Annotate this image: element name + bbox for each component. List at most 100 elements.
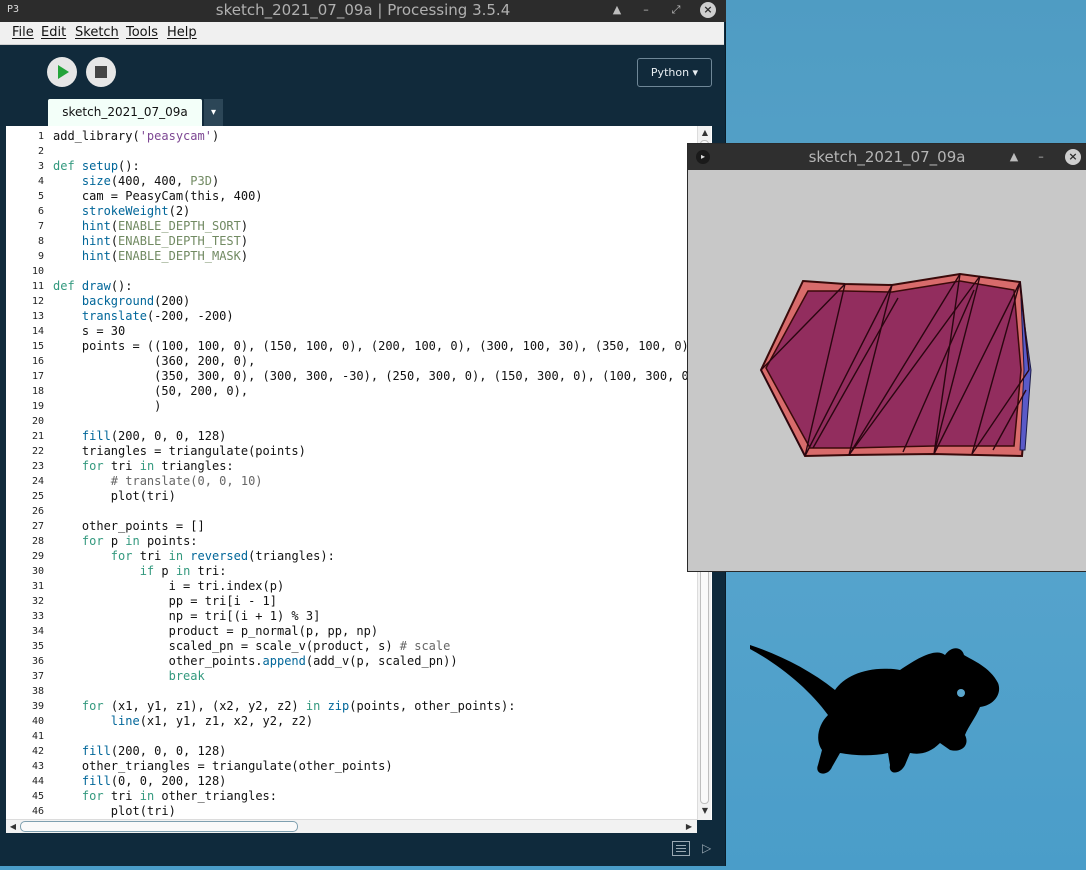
close-icon[interactable]: × (700, 2, 716, 18)
scroll-down-icon[interactable]: ▼ (699, 805, 711, 817)
code-token: in (125, 534, 140, 548)
sketch-canvas[interactable] (688, 170, 1086, 571)
menu-sketch[interactable]: Sketch (75, 25, 119, 40)
shade-icon[interactable]: ▲ (1006, 149, 1022, 165)
code-line[interactable]: product = p_normal(p, pp, np) (53, 624, 379, 639)
code-line[interactable]: background(200) (53, 294, 190, 309)
code-token: for (81, 789, 104, 803)
code-line[interactable]: for tri in triangles: (53, 459, 234, 474)
code-line[interactable]: i = tri.index(p) (53, 579, 285, 594)
code-line[interactable]: hint(ENABLE_DEPTH_SORT) (53, 219, 248, 234)
code-line[interactable]: def setup(): (53, 159, 140, 174)
code-line[interactable]: (360, 200, 0), (53, 354, 255, 369)
code-line[interactable]: scaled_pn = scale_v(product, s) # scale (53, 639, 451, 654)
code-token: def (53, 159, 75, 173)
code-token: 'peasycam' (139, 129, 212, 143)
code-line[interactable]: hint(ENABLE_DEPTH_TEST) (53, 234, 248, 249)
line-number: 11 (31, 281, 44, 292)
line-number: 19 (31, 401, 44, 412)
line-number: 45 (31, 791, 44, 802)
code-line[interactable]: (50, 200, 0), (53, 384, 248, 399)
code-token: setup (81, 159, 119, 173)
code-token: for (81, 534, 104, 548)
stop-button[interactable] (86, 57, 116, 87)
horizontal-scroll-thumb[interactable] (20, 821, 298, 832)
close-icon[interactable]: × (1065, 149, 1081, 165)
code-line[interactable]: ) (53, 399, 161, 414)
code-line[interactable]: strokeWeight(2) (53, 204, 190, 219)
horizontal-scrollbar[interactable]: ◀ ▶ (6, 819, 697, 833)
code-line[interactable]: translate(-200, -200) (53, 309, 234, 324)
line-number-gutter: 1 2 3 4 5 6 7 8 9 10 11 12 13 14 15 16 17 18 19 20 21 22 23 24 2… (0, 126, 46, 820)
code-line[interactable]: fill(200, 0, 0, 128) (53, 429, 227, 444)
minimize-icon[interactable]: – (1033, 149, 1049, 165)
code-line[interactable]: for (x1, y1, z1), (x2, y2, z2) in zip(po… (53, 699, 516, 714)
menu-tools[interactable]: Tools (126, 25, 158, 40)
code-line[interactable]: plot(tri) (53, 489, 176, 504)
code-line[interactable]: pp = tri[i - 1] (53, 594, 277, 609)
code-token: P3D (190, 174, 212, 188)
minimize-icon[interactable]: – (638, 2, 654, 18)
code-line[interactable]: break (53, 669, 205, 684)
line-number: 22 (31, 446, 44, 457)
code-line[interactable]: other_triangles = triangulate(other_poin… (53, 759, 393, 774)
scroll-right-icon[interactable]: ▶ (683, 821, 695, 833)
errors-icon[interactable]: ▷ (702, 841, 716, 856)
code-line[interactable]: plot(tri) (53, 804, 176, 819)
code-line[interactable]: triangles = triangulate(points) (53, 444, 306, 459)
shade-icon[interactable]: ▲ (609, 2, 625, 18)
code-line[interactable]: add_library('peasycam') (53, 129, 219, 144)
code-token: in (168, 549, 184, 563)
toolbar: Python ▾ (0, 45, 724, 99)
code-line[interactable]: fill(0, 0, 200, 128) (53, 774, 227, 789)
code-line[interactable]: for tri in other_triangles: (53, 789, 277, 804)
code-line[interactable]: other_points = [] (53, 519, 205, 534)
xfce-mouse-logo-icon (750, 645, 1000, 774)
code-token: for (110, 549, 133, 563)
code-line[interactable]: line(x1, y1, z1, x2, y2, z2) (53, 714, 313, 729)
code-line[interactable]: points = ((100, 100, 0), (150, 100, 0), … (53, 339, 696, 354)
code-token: hint (81, 219, 111, 233)
code-line[interactable]: for tri in reversed(triangles): (53, 549, 335, 564)
sketch-window-title: sketch_2021_07_09a (808, 148, 966, 166)
code-line[interactable]: def draw(): (53, 279, 133, 294)
line-number: 41 (31, 731, 44, 742)
code-line[interactable]: (350, 300, 0), (300, 300, -30), (250, 30… (53, 369, 703, 384)
code-line[interactable]: other_points.append(add_v(p, scaled_pn)) (53, 654, 458, 669)
code-token: def (53, 279, 75, 293)
menu-edit[interactable]: Edit (41, 25, 66, 40)
tab-sketch[interactable]: sketch_2021_07_09a (48, 99, 202, 126)
scroll-up-icon[interactable]: ▲ (699, 127, 711, 139)
code-line[interactable]: for p in points: (53, 534, 198, 549)
line-number: 39 (31, 701, 44, 712)
menu-file[interactable]: File (12, 25, 34, 40)
code-line[interactable]: hint(ENABLE_DEPTH_MASK) (53, 249, 248, 264)
code-token: ENABLE_DEPTH_MASK (118, 249, 241, 263)
line-number: 25 (31, 491, 44, 502)
maximize-icon[interactable]: ⤢ (668, 2, 684, 18)
line-number: 43 (31, 761, 44, 772)
code-line[interactable]: if p in tri: (53, 564, 227, 579)
code-line[interactable]: s = 30 (53, 324, 125, 339)
code-line[interactable]: size(400, 400, P3D) (53, 174, 219, 189)
line-number: 37 (31, 671, 44, 682)
line-number: 32 (31, 596, 44, 607)
code-line[interactable]: # translate(0, 0, 10) (53, 474, 263, 489)
line-number: 30 (31, 566, 44, 577)
sketch-titlebar[interactable]: ▸ sketch_2021_07_09a ▲ – × (688, 144, 1086, 170)
console-icon[interactable] (672, 841, 690, 856)
scroll-left-icon[interactable]: ◀ (7, 821, 19, 833)
tab-menu-button[interactable]: ▾ (204, 99, 223, 126)
code-token: line (110, 714, 140, 728)
code-line[interactable]: cam = PeasyCam(this, 400) (53, 189, 263, 204)
line-number: 17 (31, 371, 44, 382)
code-line[interactable]: fill(200, 0, 0, 128) (53, 744, 227, 759)
ide-titlebar[interactable]: P3 sketch_2021_07_09a | Processing 3.5.4… (0, 0, 726, 22)
run-button[interactable] (47, 57, 77, 87)
code-token: for (81, 459, 104, 473)
code-editor[interactable]: 1 2 3 4 5 6 7 8 9 10 11 12 13 14 15 16 17 18 19 20 21 22 23 24 2… (0, 126, 712, 820)
code-line[interactable]: np = tri[(i + 1) % 3] (53, 609, 321, 624)
menu-help[interactable]: Help (167, 25, 197, 40)
code-token: zip (327, 699, 350, 713)
mode-selector[interactable]: Python ▾ (637, 58, 712, 87)
